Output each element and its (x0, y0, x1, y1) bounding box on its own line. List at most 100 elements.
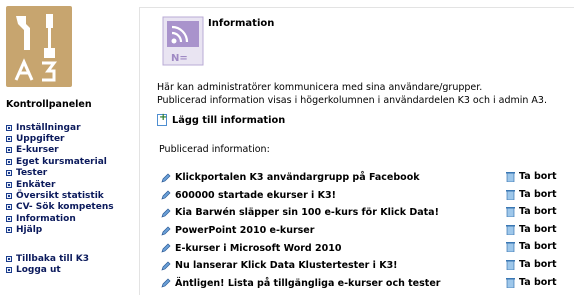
bullet-icon (6, 136, 12, 143)
svg-text:N=: N= (171, 53, 188, 64)
sidebar-item-label: Logga ut (16, 265, 61, 276)
information-title: Äntligen! Lista på tillgängliga e-kurser… (175, 277, 441, 289)
information-title: Nu lanserar Klick Data Klustertester i K… (175, 260, 398, 272)
sidebar-item-oversikt-statistik[interactable]: Översikt statistik (6, 190, 140, 201)
bullet-icon (6, 181, 12, 188)
delete-button[interactable]: Ta bort (506, 224, 557, 235)
edit-information-link[interactable]: PowerPoint 2010 e-kurser (161, 225, 314, 236)
information-title: PowerPoint 2010 e-kurser (175, 225, 315, 237)
edit-information-link[interactable]: Äntligen! Lista på tillgängliga e-kurser… (161, 278, 440, 289)
sidebar-item-installningar[interactable]: Inställningar (6, 122, 140, 133)
pencil-icon (161, 261, 171, 271)
edit-information-link[interactable]: Klickportalen K3 användargrupp på Facebo… (161, 172, 420, 183)
sidebar-item-tillbaka-till-k3[interactable]: Tillbaka till K3 (6, 253, 140, 264)
trash-icon (506, 189, 515, 200)
bullet-icon (6, 158, 12, 165)
a3-logo[interactable] (6, 6, 72, 87)
edit-information-link[interactable]: Nu lanserar Klick Data Klustertester i K… (161, 260, 398, 271)
delete-label: Ta bort (519, 276, 557, 288)
information-title: Klickportalen K3 användargrupp på Facebo… (175, 172, 420, 184)
intro-line: Här kan administratörer kommunicera med … (157, 82, 483, 93)
list-item: E-kurser i Microsoft Word 2010 Ta bort (161, 239, 573, 257)
list-item: Äntligen! Lista på tillgängliga e-kurser… (161, 275, 573, 293)
list-item: Nu lanserar Klick Data Klustertester i K… (161, 257, 573, 275)
edit-information-link[interactable]: E-kurser i Microsoft Word 2010 (161, 243, 341, 254)
published-label: Publicerad information: (159, 144, 270, 155)
add-document-icon (157, 112, 167, 126)
trash-icon (506, 207, 515, 218)
delete-button[interactable]: Ta bort (506, 241, 557, 253)
sidebar: Kontrollpanelen Inställningar Uppgifter … (0, 0, 140, 295)
sidebar-item-label: Information (16, 213, 76, 224)
sidebar-item-label: Enkäter (16, 179, 56, 190)
sidebar-item-hjalp[interactable]: Hjälp (6, 225, 140, 236)
list-item: Kia Barwén släpper sin 100 e-kurs för Kl… (161, 204, 573, 222)
delete-label: Ta bort (519, 171, 557, 182)
delete-button[interactable]: Ta bort (506, 206, 557, 218)
add-information-link[interactable]: Lägg till information (157, 112, 286, 126)
sidebar-item-e-kurser[interactable]: E-kurser (6, 145, 140, 156)
sidebar-item-information[interactable]: Information (6, 213, 140, 224)
delete-label: Ta bort (519, 223, 557, 235)
trash-icon (506, 172, 515, 182)
delete-button[interactable]: Ta bort (506, 277, 557, 288)
pencil-icon (161, 173, 171, 183)
sidebar-item-cv-sok-kompetens[interactable]: CV- Sök kompetens (6, 202, 140, 213)
information-title: Kia Barwén släpper sin 100 e-kurs för Kl… (175, 207, 439, 219)
edit-information-link[interactable]: 600000 startade ekurser i K3! (161, 190, 336, 201)
intro-text: Här kan administratörer kommunicera med … (157, 81, 572, 107)
pencil-icon (161, 190, 171, 200)
delete-button[interactable]: Ta bort (506, 171, 557, 182)
trash-icon (506, 277, 515, 288)
sidebar-title: Kontrollpanelen (6, 99, 92, 110)
trash-icon (506, 259, 515, 270)
bullet-icon (6, 227, 12, 234)
sidebar-item-eget-kursmaterial[interactable]: Eget kursmaterial (6, 156, 140, 167)
news-feed-icon: N= (162, 16, 206, 68)
delete-label: Ta bort (519, 206, 557, 218)
list-item: Klickportalen K3 användargrupp på Facebo… (161, 169, 573, 187)
sidebar-item-label: Översikt statistik (16, 191, 104, 202)
delete-label: Ta bort (519, 188, 557, 200)
information-title: 600000 startade ekurser i K3! (175, 189, 336, 201)
pencil-icon (161, 243, 171, 253)
bullet-icon (6, 255, 12, 262)
bullet-icon (6, 267, 12, 274)
sidebar-item-uppgifter[interactable]: Uppgifter (6, 133, 140, 144)
sidebar-item-label: Uppgifter (16, 134, 65, 145)
bullet-icon (6, 170, 12, 177)
sidebar-item-label: Eget kursmaterial (16, 156, 107, 167)
sidebar-bottom-nav: Tillbaka till K3 Logga ut (6, 253, 140, 276)
sidebar-item-label: CV- Sök kompetens (16, 202, 114, 213)
information-title: E-kurser i Microsoft Word 2010 (175, 242, 342, 254)
edit-information-link[interactable]: Kia Barwén släpper sin 100 e-kurs för Kl… (161, 207, 439, 218)
sidebar-item-label: Hjälp (16, 225, 43, 236)
bullet-icon (6, 204, 12, 211)
bullet-icon (6, 124, 12, 131)
intro-line: Publicerad information visas i högerkolu… (157, 95, 547, 106)
pencil-icon (161, 226, 171, 236)
sidebar-item-label: Tester (16, 168, 48, 179)
trash-icon (506, 242, 515, 253)
bullet-icon (6, 147, 12, 154)
trash-icon (506, 224, 515, 235)
sidebar-item-label: E-kurser (16, 145, 59, 156)
list-item: PowerPoint 2010 e-kurser Ta bort (161, 222, 573, 240)
delete-label: Ta bort (519, 241, 557, 253)
sidebar-item-tester[interactable]: Tester (6, 168, 140, 179)
sidebar-item-enkater[interactable]: Enkäter (6, 179, 140, 190)
pencil-icon (161, 278, 171, 288)
sidebar-item-label: Tillbaka till K3 (16, 253, 90, 264)
delete-button[interactable]: Ta bort (506, 259, 557, 270)
main-panel: N= Information Här kan administratörer k… (139, 7, 574, 295)
pencil-icon (161, 208, 171, 218)
bullet-icon (6, 193, 12, 200)
sidebar-item-logga-ut[interactable]: Logga ut (6, 264, 140, 275)
page-title: Information (208, 18, 275, 29)
list-item: 600000 startade ekurser i K3! Ta bort (161, 187, 573, 205)
delete-label: Ta bort (519, 258, 557, 270)
bullet-icon (6, 215, 12, 222)
add-information-label: Lägg till information (172, 114, 286, 126)
published-list: Klickportalen K3 användargrupp på Facebo… (161, 169, 573, 292)
delete-button[interactable]: Ta bort (506, 189, 557, 200)
